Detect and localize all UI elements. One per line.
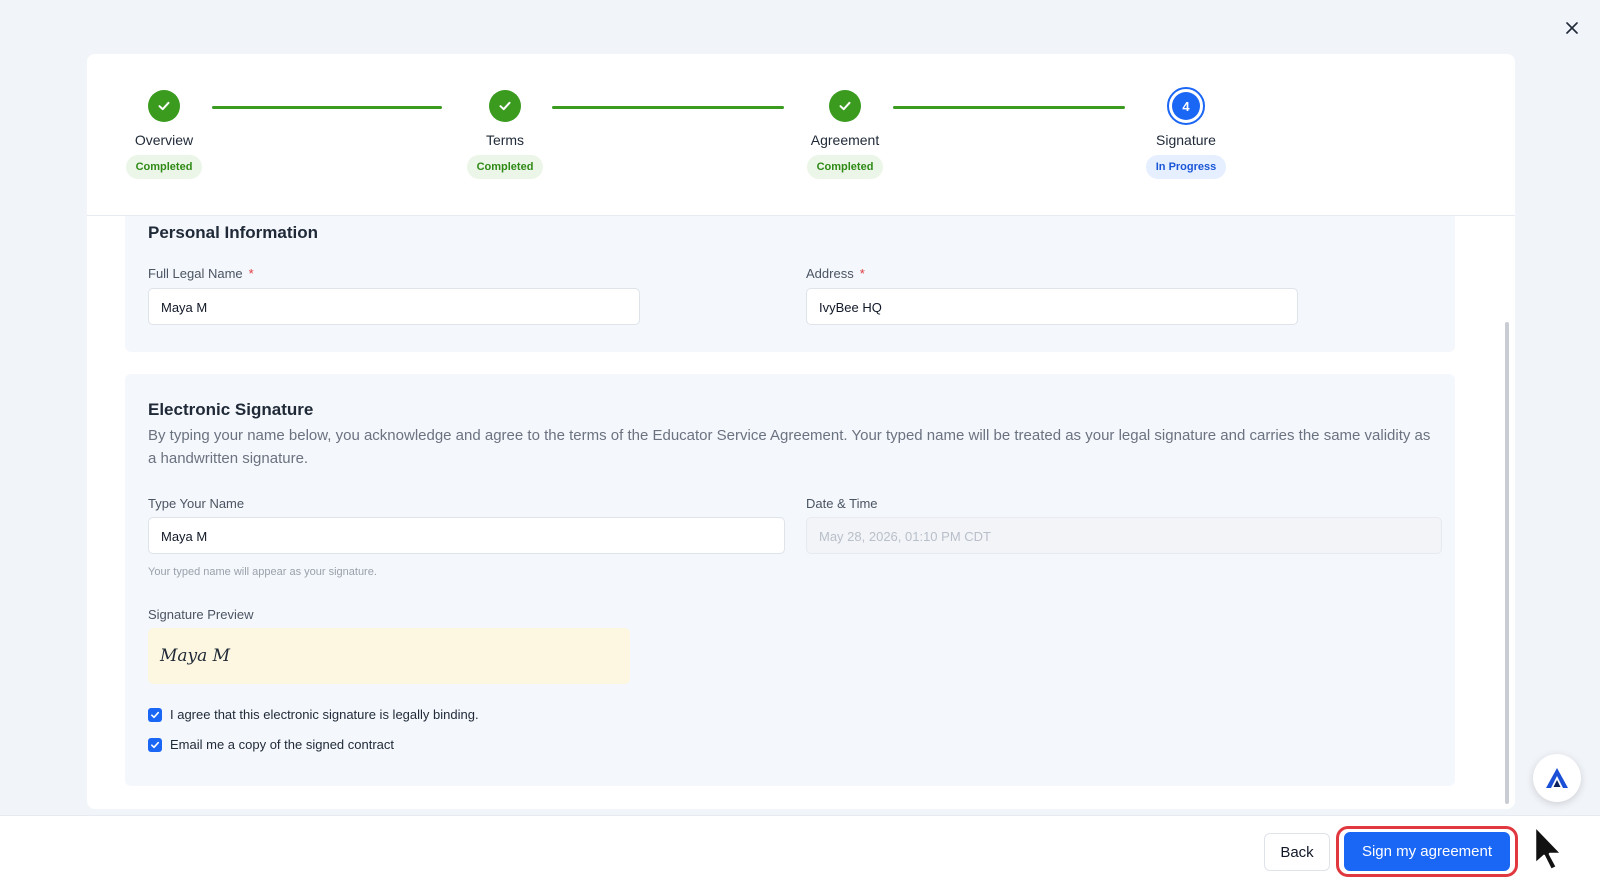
address-label: Address *	[806, 266, 865, 281]
check-icon	[829, 90, 861, 122]
step-number-circle: 4	[1167, 87, 1205, 125]
check-icon	[489, 90, 521, 122]
address-input[interactable]: IvyBee HQ	[806, 288, 1298, 325]
close-icon	[1566, 22, 1578, 34]
step-connector	[552, 106, 784, 109]
label-text: Address	[806, 266, 854, 281]
section-title: Electronic Signature	[148, 400, 314, 419]
type-name-hint: Your typed name will appear as your sign…	[148, 566, 377, 578]
signature-preview-label: Signature Preview	[148, 607, 254, 622]
step-connector	[893, 106, 1125, 109]
assistant-logo-icon	[1546, 768, 1568, 788]
step-label: Terms	[485, 132, 525, 148]
vertical-scrollbar[interactable]	[1505, 322, 1509, 804]
checkbox-check-icon	[151, 711, 160, 718]
modal-footer: Back Sign my agreement	[0, 815, 1600, 885]
status-badge: In Progress	[1145, 155, 1227, 179]
mouse-pointer-icon	[1533, 824, 1564, 872]
full-name-label: Full Legal Name *	[148, 266, 254, 281]
step-label: Agreement	[810, 132, 880, 148]
progress-stepper: Overview Completed Terms Completed Agree…	[87, 54, 1515, 216]
step-signature[interactable]: 4 Signature In Progress	[1116, 87, 1256, 179]
step-label: Overview	[134, 132, 194, 148]
type-name-input[interactable]: Maya M	[148, 517, 785, 554]
agreement-modal: Overview Completed Terms Completed Agree…	[87, 54, 1515, 809]
datetime-field: May 28, 2026, 01:10 PM CDT	[806, 517, 1442, 554]
step-terms[interactable]: Terms Completed	[435, 90, 575, 179]
datetime-label: Date & Time	[806, 496, 878, 511]
full-name-input[interactable]: Maya M	[148, 288, 640, 325]
status-badge: Completed	[125, 155, 203, 179]
step-number: 4	[1172, 92, 1200, 120]
personal-info-section: Personal Information Full Legal Name * Ma…	[125, 216, 1455, 352]
agree-checkbox[interactable]	[148, 707, 162, 722]
section-title: Personal Information	[148, 223, 319, 242]
required-marker: *	[859, 266, 865, 281]
step-overview[interactable]: Overview Completed	[94, 90, 234, 179]
close-button[interactable]	[1560, 16, 1584, 40]
signature-preview: Maya M	[148, 628, 630, 684]
agree-checkbox-label: I agree that this electronic signature i…	[170, 707, 479, 722]
electronic-signature-section: Electronic Signature By typing your name…	[125, 374, 1455, 786]
step-connector	[212, 106, 442, 109]
checkbox-check-icon	[151, 741, 160, 748]
type-name-label: Type Your Name	[148, 496, 245, 511]
required-marker: *	[248, 266, 254, 281]
sign-agreement-button[interactable]: Sign my agreement	[1344, 832, 1510, 871]
back-button[interactable]: Back	[1264, 833, 1330, 871]
email-checkbox-row[interactable]: Email me a copy of the signed contract	[148, 737, 394, 752]
check-icon	[148, 90, 180, 122]
label-text: Full Legal Name	[148, 266, 243, 281]
status-badge: Completed	[466, 155, 544, 179]
step-agreement[interactable]: Agreement Completed	[775, 90, 915, 179]
assistant-button[interactable]	[1533, 754, 1581, 802]
email-copy-checkbox-label: Email me a copy of the signed contract	[170, 737, 395, 752]
status-badge: Completed	[806, 155, 884, 179]
step-label: Signature	[1156, 132, 1216, 148]
agree-checkbox-row[interactable]: I agree that this electronic signature i…	[148, 707, 479, 722]
email-copy-checkbox[interactable]	[148, 737, 162, 752]
signature-description: By typing your name below, you acknowled…	[148, 427, 1431, 467]
